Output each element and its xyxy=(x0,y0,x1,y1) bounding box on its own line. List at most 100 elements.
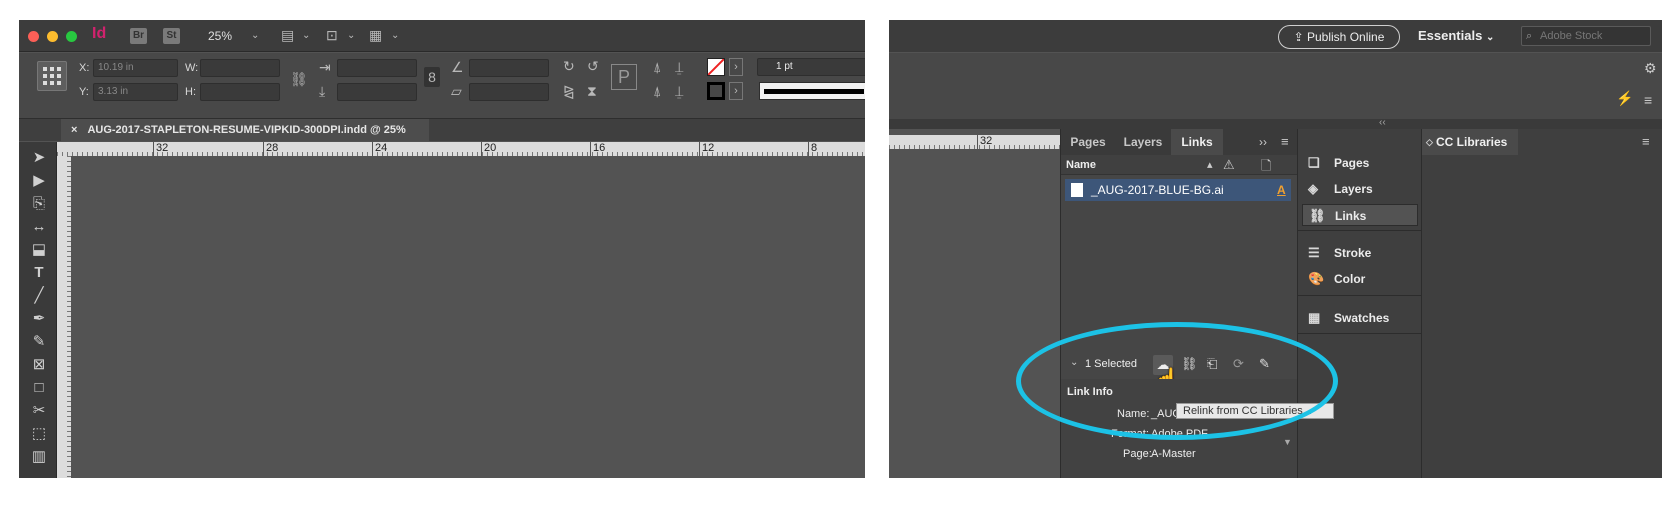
dock-item-swatches[interactable]: ▦ Swatches xyxy=(1302,307,1418,329)
width-field[interactable] xyxy=(200,59,280,77)
type-tool-icon[interactable]: T xyxy=(27,263,51,283)
pen-tool-icon[interactable]: ✒ xyxy=(27,309,51,329)
link-info-page-label: Page: xyxy=(1123,448,1152,460)
line-tool-icon[interactable]: ╱ xyxy=(27,286,51,306)
control-panel: X: Y: 10.19 in 3.13 in W: H: ⛓ ⇥ ⤓ 8 ∠ ▱… xyxy=(19,53,865,119)
page-column-icon[interactable]: 🗋 xyxy=(1261,157,1271,179)
stroke-icon: ☰ xyxy=(1308,245,1320,260)
name-column-header[interactable]: Name xyxy=(1066,159,1096,171)
arrange-documents-icon[interactable]: ▦ xyxy=(369,28,382,42)
constrain-proportions-icon[interactable]: ⛓ xyxy=(290,72,308,86)
pencil-tool-icon[interactable]: ✎ xyxy=(27,332,51,352)
view-options-icon[interactable]: ▤ xyxy=(281,28,294,42)
screen-mode-icon[interactable]: ⊡ xyxy=(326,28,338,42)
scale-x-field[interactable] xyxy=(337,59,417,77)
scroll-down-icon[interactable]: ▼ xyxy=(1283,437,1292,447)
color-icon: 🎨 xyxy=(1308,271,1325,286)
select-content-icon[interactable]: ⍋ xyxy=(653,84,661,98)
select-previous-object-icon[interactable]: ⍊ xyxy=(675,84,683,98)
swatches-icon: ▦ xyxy=(1308,310,1321,325)
y-position-field[interactable]: 3.13 in xyxy=(93,83,178,101)
control-panel-right: ⚡ ⚙ ≡ xyxy=(889,53,1662,119)
link-list-item[interactable]: _AUG-2017-BLUE-BG.ai A xyxy=(1065,179,1291,201)
tab-pages[interactable]: Pages xyxy=(1061,129,1115,155)
rotate-counterclockwise-icon[interactable]: ↺ xyxy=(587,59,599,73)
rotation-angle-icon: ∠ xyxy=(451,59,464,75)
rotation-angle-field[interactable] xyxy=(469,59,549,77)
flip-horizontal-icon[interactable]: ⧎ xyxy=(563,84,575,98)
rectangle-tool-icon[interactable]: □ xyxy=(27,378,51,398)
tab-cc-libraries[interactable]: ◇ CC Libraries xyxy=(1422,129,1518,155)
direct-selection-tool-icon[interactable]: ▶ xyxy=(27,171,51,191)
stroke-type-dropdown[interactable] xyxy=(759,82,865,100)
gap-tool-icon[interactable]: ↔ xyxy=(27,217,51,237)
x-position-field[interactable]: 10.19 in xyxy=(93,59,178,77)
fill-none-swatch[interactable] xyxy=(707,58,725,76)
shear-angle-field[interactable] xyxy=(469,83,549,101)
close-window-button[interactable] xyxy=(28,31,39,42)
workspace-switcher[interactable]: Essentials ⌄ xyxy=(1418,28,1494,43)
shear-angle-icon: ▱ xyxy=(451,83,462,99)
status-column-warning-icon[interactable]: ⚠ xyxy=(1223,157,1235,173)
selection-tool-icon[interactable]: ➤ xyxy=(27,148,51,168)
document-title: AUG-2017-STAPLETON-RESUME-VIPKID-300DPI.… xyxy=(87,124,406,136)
dock-item-links[interactable]: ⛓ Links xyxy=(1302,204,1418,226)
collapsed-panel-dock: ❏ Pages ◈ Layers ⛓ Links ☰ Stroke 🎨 Color ▦ Sw… xyxy=(1297,129,1421,478)
bridge-button[interactable]: Br xyxy=(130,28,147,44)
ruler-label: 20 xyxy=(481,142,496,156)
stock-button[interactable]: St xyxy=(163,28,180,44)
panel-menu-icon[interactable]: ≡ xyxy=(1281,134,1289,149)
arrange-chevron-icon[interactable]: ⌄ xyxy=(391,30,399,41)
free-transform-tool-icon[interactable]: ⬚ xyxy=(27,424,51,444)
stroke-weight-field[interactable]: 1 pt xyxy=(757,58,865,76)
control-panel-settings-gear-icon[interactable]: ⚙ xyxy=(1644,61,1657,75)
reference-point-icon[interactable] xyxy=(37,61,67,91)
screen-mode-chevron-icon[interactable]: ⌄ xyxy=(347,30,355,41)
tab-layers[interactable]: Layers xyxy=(1116,129,1170,155)
minimize-window-button[interactable] xyxy=(47,31,58,42)
pasteboard-canvas[interactable] xyxy=(71,156,865,478)
dock-item-label: Links xyxy=(1335,209,1367,223)
dock-item-stroke[interactable]: ☰ Stroke xyxy=(1302,242,1418,264)
document-tab-bar: × AUG-2017-STAPLETON-RESUME-VIPKID-300DPI… xyxy=(19,119,865,141)
expand-panel-icon[interactable]: ›› xyxy=(1259,135,1267,149)
rotate-clockwise-icon[interactable]: ↻ xyxy=(563,59,575,73)
select-container-icon[interactable]: ⍋ xyxy=(653,60,661,74)
link-scale-icon[interactable]: 8 xyxy=(424,67,440,87)
flip-vertical-icon[interactable]: ⧗ xyxy=(587,84,597,98)
tab-links[interactable]: Links xyxy=(1171,129,1223,155)
stroke-swatch[interactable] xyxy=(707,82,725,100)
height-field[interactable] xyxy=(200,83,280,101)
collapse-panels-icon[interactable]: ‹‹ xyxy=(1379,117,1386,128)
tools-panel: ➤ ▶ ⎘ ↔ ⬓ T ╱ ✒ ✎ ⊠ □ ✂ ⬚ ▥ xyxy=(19,142,57,478)
close-tab-icon[interactable]: × xyxy=(71,124,77,136)
cc-panel-menu-icon[interactable]: ≡ xyxy=(1642,134,1650,149)
page-tool-icon[interactable]: ⎘ xyxy=(27,194,51,214)
publish-online-button[interactable]: ⇪ Publish Online xyxy=(1278,25,1400,49)
panel-toggle-icon: ◇ xyxy=(1426,137,1433,147)
workspace-label: Essentials xyxy=(1418,28,1483,43)
scissors-tool-icon[interactable]: ✂ xyxy=(27,401,51,421)
horizontal-ruler-right: 32 xyxy=(889,135,1060,149)
quick-apply-lightning-icon[interactable]: ⚡ xyxy=(1616,91,1633,105)
pages-icon: ❏ xyxy=(1308,155,1320,170)
zoom-chevron-down-icon[interactable]: ⌄ xyxy=(251,30,259,41)
content-collector-tool-icon[interactable]: ⬓ xyxy=(27,240,51,260)
document-tab[interactable]: × AUG-2017-STAPLETON-RESUME-VIPKID-300DPI… xyxy=(61,119,429,141)
dock-item-layers[interactable]: ◈ Layers xyxy=(1302,178,1418,200)
dock-item-pages[interactable]: ❏ Pages xyxy=(1302,152,1418,174)
stroke-menu-arrow-icon[interactable]: › xyxy=(729,82,743,100)
sort-ascending-icon[interactable]: ▴ xyxy=(1207,158,1213,171)
scale-y-field[interactable] xyxy=(337,83,417,101)
control-panel-menu-icon[interactable]: ≡ xyxy=(1644,93,1652,107)
h-label: H: xyxy=(185,86,196,98)
adobe-stock-search-input[interactable]: ⌕ Adobe Stock xyxy=(1521,26,1651,46)
fill-menu-arrow-icon[interactable]: › xyxy=(729,58,743,76)
zoom-level[interactable]: 25% xyxy=(208,29,232,43)
select-next-object-icon[interactable]: ⍊ xyxy=(675,60,683,74)
zoom-window-button[interactable] xyxy=(66,31,77,42)
gradient-tool-icon[interactable]: ▥ xyxy=(27,447,51,467)
rectangle-frame-tool-icon[interactable]: ⊠ xyxy=(27,355,51,375)
view-options-chevron-icon[interactable]: ⌄ xyxy=(302,30,310,41)
dock-item-color[interactable]: 🎨 Color xyxy=(1302,268,1418,290)
